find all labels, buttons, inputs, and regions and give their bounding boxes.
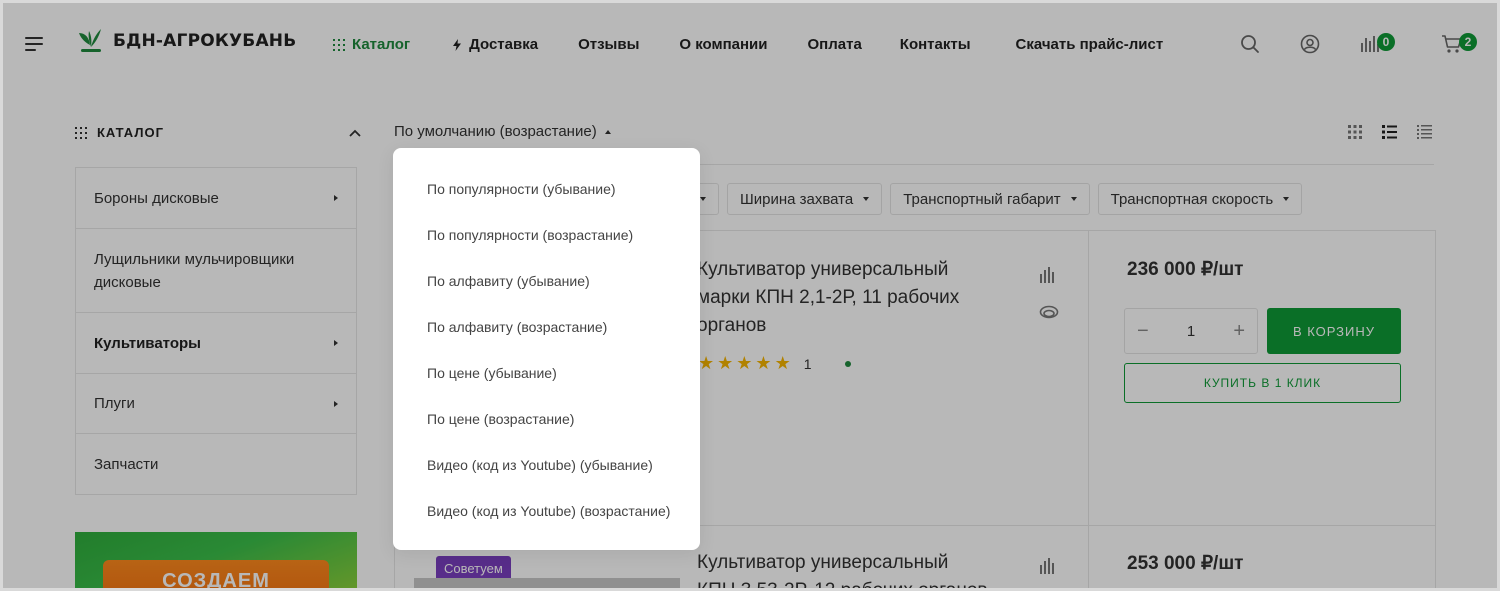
- sort-option[interactable]: По алфавиту (убывание): [393, 258, 700, 304]
- dropdown-backdrop[interactable]: [3, 3, 1497, 588]
- sort-option[interactable]: По алфавиту (возрастание): [393, 304, 700, 350]
- sort-option[interactable]: По цене (возрастание): [393, 396, 700, 442]
- sort-option[interactable]: По цене (убывание): [393, 350, 700, 396]
- sort-dropdown: По популярности (убывание) По популярнос…: [393, 148, 700, 550]
- sort-option[interactable]: Видео (код из Youtube) (убывание): [393, 442, 700, 488]
- sort-option[interactable]: По популярности (убывание): [393, 166, 700, 212]
- sort-option[interactable]: По популярности (возрастание): [393, 212, 700, 258]
- browser-frame: БДН-АГРОКУБАНЬ Каталог Доставка Отзывы О…: [0, 0, 1500, 591]
- sort-option[interactable]: Видео (код из Youtube) (возрастание): [393, 488, 700, 534]
